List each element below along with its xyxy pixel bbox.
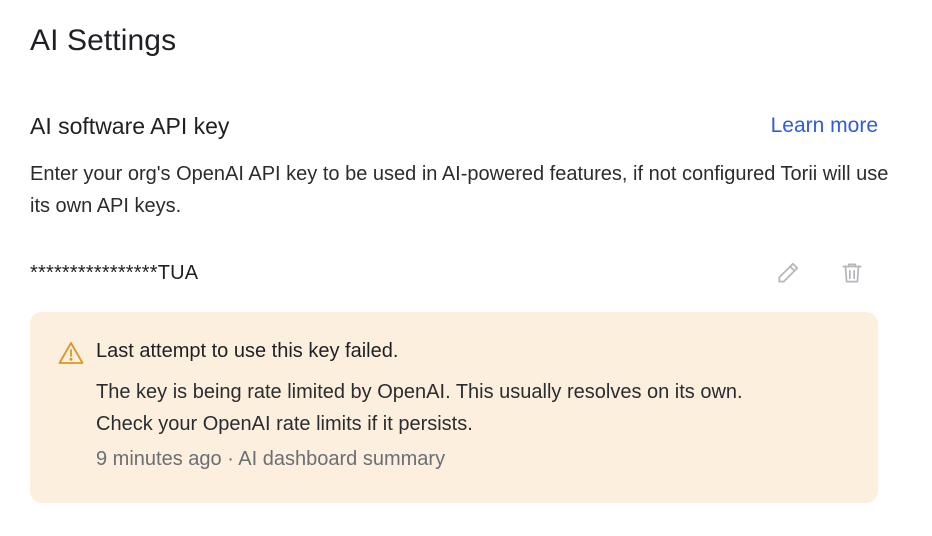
alert-message: The key is being rate limited by OpenAI.… [96, 376, 856, 440]
trash-icon [842, 263, 862, 283]
page-title: AI Settings [30, 24, 177, 57]
alert-message-line-1: The key is being rate limited by OpenAI.… [96, 381, 743, 403]
pencil-icon [778, 262, 799, 283]
api-key-section-header: AI software API key Learn more [30, 110, 878, 142]
section-title: AI software API key [30, 112, 230, 139]
api-key-actions [774, 259, 866, 287]
alert-title: Last attempt to use this key failed. [96, 340, 399, 362]
masked-api-key: ****************TUA [30, 261, 199, 284]
delete-key-button[interactable] [838, 259, 866, 287]
section-description: Enter your org's OpenAI API key to be us… [30, 163, 889, 217]
learn-more-link[interactable]: Learn more [771, 114, 878, 138]
api-key-row: ****************TUA [30, 256, 878, 290]
alert-message-line-2: Check your OpenAI rate limits if it pers… [96, 413, 473, 435]
key-failure-alert: Last attempt to use this key failed. The… [30, 312, 878, 503]
warning-triangle-icon [58, 342, 84, 364]
edit-key-button[interactable] [774, 259, 802, 287]
alert-meta: 9 minutes ago · AI dashboard summary [96, 448, 446, 470]
